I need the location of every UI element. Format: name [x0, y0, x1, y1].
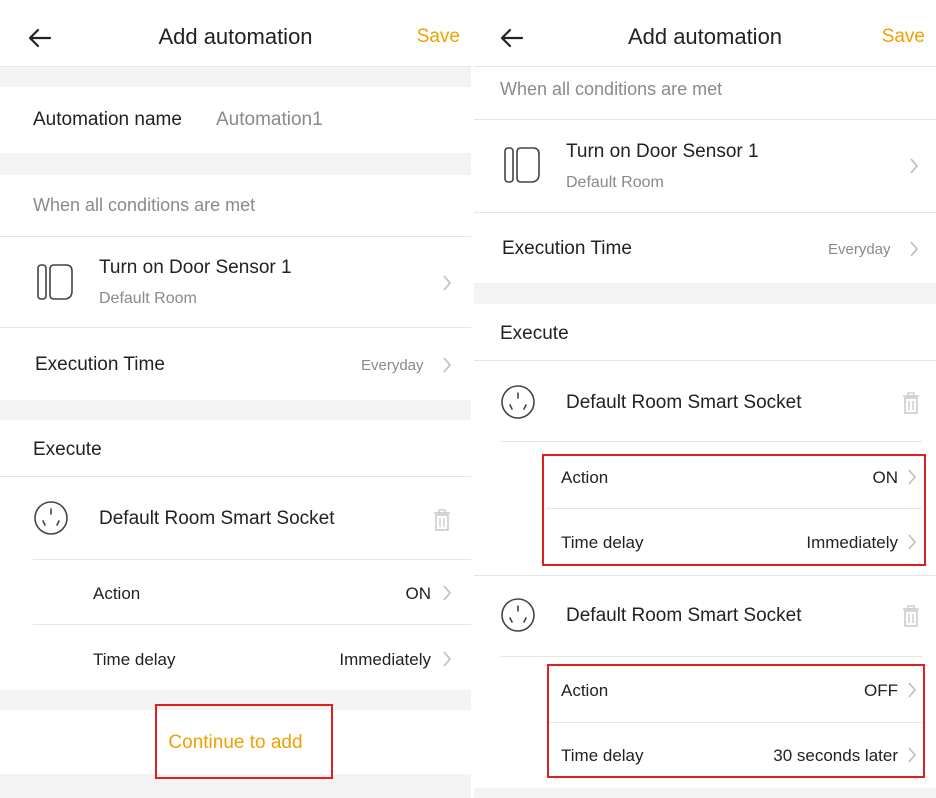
- execute-heading-row: Execute: [474, 304, 936, 360]
- trash-icon[interactable]: [901, 605, 921, 627]
- automation-name-label: Automation name: [33, 109, 182, 130]
- automation-name-row[interactable]: Automation name Automation1: [0, 87, 471, 153]
- conditions-heading: When all conditions are met: [33, 195, 256, 215]
- task-action-row[interactable]: Action OFF: [474, 657, 936, 722]
- page-title: Add automation: [627, 24, 783, 49]
- chevron-right-icon: [443, 585, 452, 601]
- execution-time-row[interactable]: Execution Time Everyday: [474, 213, 936, 283]
- execution-time-label: Execution Time: [35, 354, 165, 375]
- task-delay-label: Time delay: [561, 533, 644, 552]
- condition-subtitle: Default Room: [99, 290, 197, 307]
- task-delay-value: 30 seconds later: [773, 746, 898, 765]
- screen-right: Add automation Save When all conditions …: [474, 0, 936, 798]
- section-gap: [0, 67, 471, 87]
- chevron-right-icon: [910, 241, 919, 257]
- continue-row: Continue to add: [0, 710, 471, 774]
- task-delay-row[interactable]: Time delay Immediately: [0, 625, 471, 690]
- chevron-right-icon: [908, 534, 917, 550]
- condition-title: Turn on Door Sensor 1: [566, 141, 759, 162]
- task-delay-label: Time delay: [93, 650, 176, 669]
- task-action-value: ON: [405, 584, 432, 603]
- task-device-name: Default Room Smart Socket: [566, 392, 802, 413]
- task-device-name: Default Room Smart Socket: [99, 508, 335, 529]
- task-delay-label: Time delay: [561, 746, 644, 765]
- task-delay-row[interactable]: Time delay 30 seconds later: [474, 723, 936, 788]
- page-title: Add automation: [158, 24, 313, 49]
- task-device-row[interactable]: Default Room Smart Socket: [0, 477, 471, 559]
- execution-time-row[interactable]: Execution Time Everyday: [0, 328, 471, 400]
- task-delay-value: Immediately: [339, 650, 431, 669]
- task-action-value: ON: [872, 468, 899, 487]
- section-gap: [0, 400, 471, 420]
- chevron-right-icon: [908, 747, 917, 763]
- door-sensor-icon: [37, 264, 73, 300]
- save-button[interactable]: Save: [417, 26, 460, 48]
- section-gap: [0, 690, 471, 710]
- execution-time-label: Execution Time: [502, 238, 632, 259]
- conditions-heading-row: When all conditions are met: [0, 175, 471, 235]
- task-device-row[interactable]: Default Room Smart Socket: [474, 576, 936, 656]
- condition-title: Turn on Door Sensor 1: [99, 257, 292, 278]
- continue-to-add-button[interactable]: Continue to add: [0, 732, 471, 754]
- task-action-label: Action: [93, 584, 141, 603]
- app-header: Add automation Save: [474, 0, 936, 67]
- chevron-right-icon: [443, 357, 452, 373]
- task-delay-value: Immediately: [806, 533, 898, 552]
- task-device-row[interactable]: Default Room Smart Socket: [474, 361, 936, 441]
- execute-heading: Execute: [33, 439, 102, 460]
- chevron-right-icon: [910, 158, 919, 174]
- task-action-row[interactable]: Action ON: [0, 560, 471, 624]
- execution-time-value: Everyday: [361, 357, 424, 374]
- condition-row[interactable]: Turn on Door Sensor 1 Default Room: [474, 120, 936, 212]
- section-gap: [0, 774, 471, 798]
- trash-icon[interactable]: [432, 509, 452, 531]
- execute-heading-row: Execute: [0, 420, 471, 476]
- task-delay-row[interactable]: Time delay Immediately: [474, 509, 936, 575]
- chevron-right-icon: [908, 469, 917, 485]
- execute-heading: Execute: [500, 323, 569, 344]
- section-gap: [474, 283, 936, 304]
- chevron-right-icon: [908, 682, 917, 698]
- door-sensor-icon: [504, 147, 540, 183]
- execution-time-value: Everyday: [828, 241, 891, 258]
- chevron-right-icon: [443, 651, 452, 667]
- trash-icon[interactable]: [901, 392, 921, 414]
- condition-subtitle: Default Room: [566, 174, 664, 191]
- task-action-value: OFF: [864, 681, 898, 700]
- socket-icon: [34, 501, 68, 535]
- task-action-row[interactable]: Action ON: [474, 442, 936, 508]
- socket-icon: [501, 598, 535, 632]
- task-action-label: Action: [561, 468, 609, 487]
- automation-name-value[interactable]: Automation1: [216, 109, 323, 131]
- socket-icon: [501, 385, 535, 419]
- conditions-heading-row: When all conditions are met: [474, 67, 936, 119]
- section-gap: [0, 153, 471, 175]
- screen-left: Add automation Save Automation name Auto…: [0, 0, 471, 798]
- task-action-label: Action: [561, 681, 609, 700]
- task-device-name: Default Room Smart Socket: [566, 605, 802, 626]
- conditions-heading: When all conditions are met: [500, 79, 723, 99]
- section-gap: [474, 788, 936, 798]
- condition-row[interactable]: Turn on Door Sensor 1 Default Room: [0, 237, 471, 327]
- chevron-right-icon: [443, 275, 452, 291]
- save-button[interactable]: Save: [882, 26, 925, 48]
- app-header: Add automation Save: [0, 0, 471, 67]
